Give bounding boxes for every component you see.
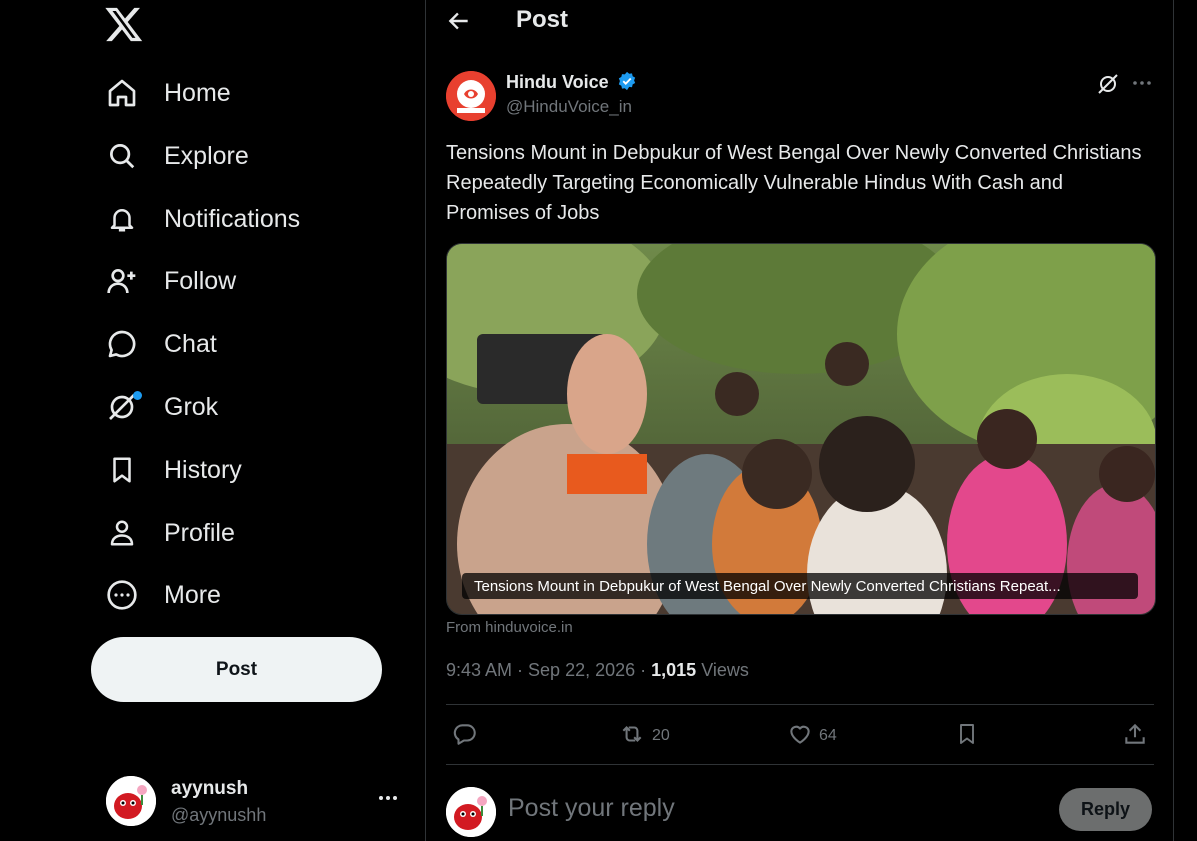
views-count: 1,015 xyxy=(651,660,697,680)
nav-label: Notifications xyxy=(164,204,301,233)
like-count: 64 xyxy=(819,727,837,744)
link-card-title[interactable]: Tensions Mount in Debpukur of West Benga… xyxy=(462,573,1138,599)
account-handle: @ayynushh xyxy=(171,805,267,825)
profile-icon xyxy=(104,515,140,551)
repost-icon xyxy=(618,721,646,752)
nav-explore[interactable]: Explore xyxy=(104,131,249,181)
nav-more[interactable]: More xyxy=(104,570,221,620)
back-arrow-icon[interactable] xyxy=(446,8,472,39)
author-handle[interactable]: @HinduVoice_in xyxy=(506,97,632,117)
search-icon xyxy=(104,138,140,174)
nav-home[interactable]: Home xyxy=(104,68,231,118)
like-action[interactable]: 64 xyxy=(787,718,837,754)
share-action[interactable] xyxy=(1122,718,1148,754)
bookmark-icon xyxy=(104,452,140,488)
page-title: Post xyxy=(516,6,569,33)
nav-label: Follow xyxy=(164,266,237,295)
nav-notifications[interactable]: Notifications xyxy=(104,194,300,244)
tweet-text: Tensions Mount in Debpukur of West Benga… xyxy=(446,142,1142,224)
reply-input[interactable]: Post your reply xyxy=(508,794,675,823)
avatar xyxy=(106,776,156,826)
nav-label: Home xyxy=(164,78,231,107)
divider xyxy=(446,704,1154,705)
timestamp[interactable]: 9:43 AM · Sep 22, 2026 · xyxy=(446,660,651,680)
nav-label: Chat xyxy=(164,329,217,358)
tweet-meta: 9:43 AM · Sep 22, 2026 · 1,015 Views xyxy=(446,660,749,681)
nav-label: History xyxy=(164,455,242,484)
crowd-photo xyxy=(447,244,1155,614)
repost-action[interactable]: 20 xyxy=(618,718,670,754)
bell-icon xyxy=(104,201,140,237)
nav-follow[interactable]: Follow xyxy=(104,256,236,306)
author-name-text: Hindu Voice xyxy=(506,72,609,92)
share-icon xyxy=(1122,721,1148,752)
bookmark-action[interactable] xyxy=(955,718,979,754)
x-logo-icon[interactable] xyxy=(104,4,144,44)
author-avatar[interactable] xyxy=(446,71,496,121)
grok-icon[interactable] xyxy=(1096,72,1120,101)
notification-dot xyxy=(133,391,142,400)
heart-icon xyxy=(787,721,813,752)
source-link[interactable]: From hinduvoice.in xyxy=(446,619,573,636)
repost-count: 20 xyxy=(652,727,670,744)
reply-icon xyxy=(452,721,478,752)
chat-icon xyxy=(104,326,140,362)
avatar xyxy=(446,787,496,837)
author-name[interactable]: Hindu Voice xyxy=(506,71,637,96)
column-divider xyxy=(425,0,426,841)
home-icon xyxy=(104,75,140,111)
nav-grok[interactable]: Grok xyxy=(104,382,218,432)
follow-icon xyxy=(104,263,140,299)
nav-label: Grok xyxy=(164,392,219,421)
reply-action[interactable] xyxy=(452,718,478,754)
link-card-image[interactable] xyxy=(446,243,1156,615)
nav-chat[interactable]: Chat xyxy=(104,319,217,369)
nav-label: Explore xyxy=(164,141,249,170)
divider xyxy=(446,764,1154,765)
more-circle-icon xyxy=(104,577,140,613)
nav-label: Profile xyxy=(164,518,235,547)
bookmark-icon xyxy=(955,721,979,752)
account-switcher[interactable]: ayynush @ayynushh xyxy=(104,772,404,832)
nav-history[interactable]: History xyxy=(104,445,242,495)
column-divider xyxy=(1173,0,1174,841)
account-name: ayynush xyxy=(171,778,249,799)
reply-button[interactable]: Reply xyxy=(1059,788,1152,831)
grok-icon xyxy=(104,389,142,425)
nav-label: More xyxy=(164,580,221,609)
more-horizontal-icon[interactable] xyxy=(376,786,400,815)
verified-badge-icon xyxy=(617,71,637,96)
post-button[interactable]: Post xyxy=(91,637,382,702)
nav-profile[interactable]: Profile xyxy=(104,508,235,558)
views-label: Views xyxy=(696,660,749,680)
more-horizontal-icon[interactable] xyxy=(1130,71,1154,100)
